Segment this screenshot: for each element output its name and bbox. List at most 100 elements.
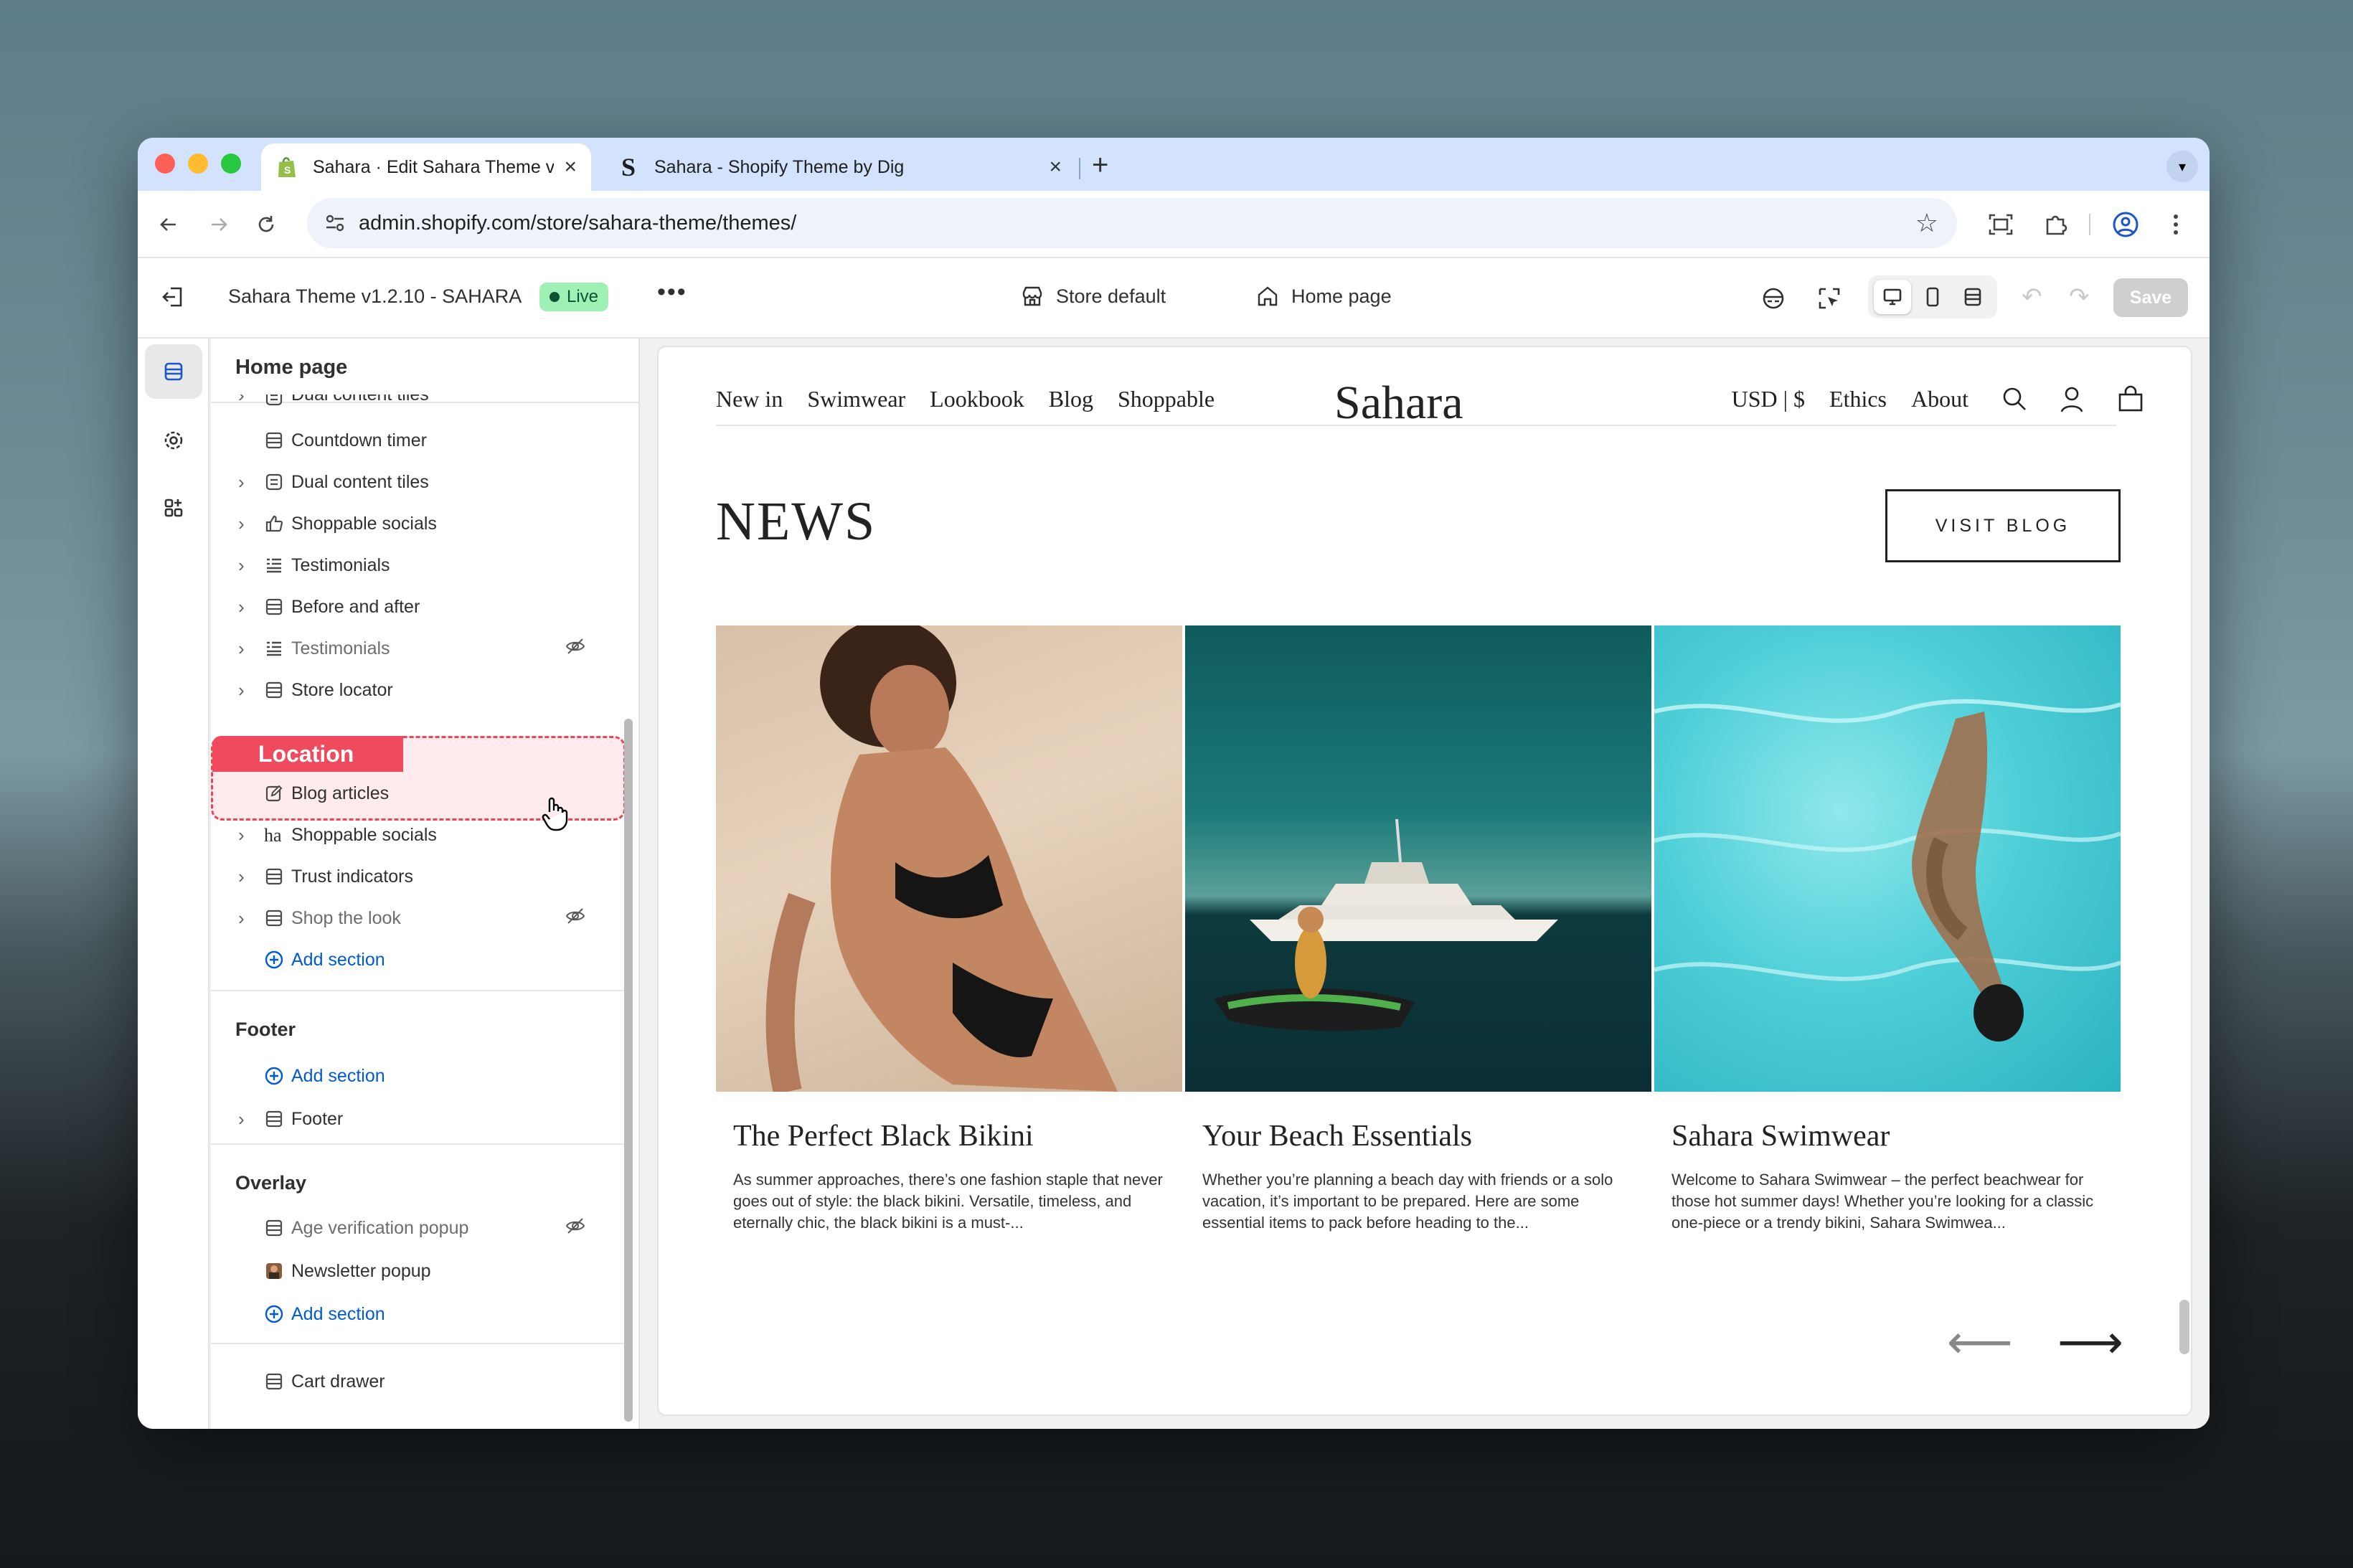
store-icon: [1022, 286, 1042, 306]
exit-editor-icon[interactable]: [159, 283, 188, 315]
blog-card[interactable]: The Perfect Black Bikini As summer appro…: [716, 625, 1182, 1234]
section-row[interactable]: › Before and after: [211, 585, 623, 628]
nav-link-new-in[interactable]: New in: [716, 386, 783, 412]
chevron-right-icon[interactable]: ›: [238, 1108, 245, 1130]
section-label: Testimonials: [291, 638, 390, 658]
inspector-cursor-icon[interactable]: [1812, 281, 1847, 316]
hidden-eye-slash-icon[interactable]: [565, 1217, 585, 1240]
panel-scrollbar[interactable]: [624, 719, 633, 1422]
visit-blog-button[interactable]: VISIT BLOG: [1885, 489, 2121, 562]
chevron-right-icon[interactable]: ›: [238, 554, 245, 577]
nav-link-lookbook[interactable]: Lookbook: [930, 386, 1024, 412]
save-button[interactable]: Save: [2113, 278, 2188, 317]
blog-card[interactable]: Sahara Swimwear Welcome to Sahara Swimwe…: [1654, 625, 2121, 1234]
section-label: Shop the look: [291, 907, 401, 928]
reload-icon[interactable]: [250, 208, 283, 241]
back-arrow-icon[interactable]: [152, 208, 185, 241]
screen-capture-icon[interactable]: [1984, 208, 2017, 241]
chevron-right-icon[interactable]: ›: [238, 907, 245, 930]
address-bar[interactable]: admin.shopify.com/store/sahara-theme/the…: [307, 198, 1957, 248]
section-label: Trust indicators: [291, 866, 413, 887]
undo-icon[interactable]: ↶: [2022, 283, 2042, 311]
section-row[interactable]: › Testimonials: [211, 544, 623, 587]
section-row-cart-drawer[interactable]: Cart drawer: [211, 1360, 623, 1403]
section-label: Testimonials: [291, 554, 390, 575]
profile-avatar-icon[interactable]: [2109, 208, 2142, 241]
section-row-footer[interactable]: › Footer: [211, 1097, 623, 1140]
hidden-eye-slash-icon[interactable]: [565, 907, 585, 930]
minimize-window-button[interactable]: [188, 154, 208, 174]
store-context-selector[interactable]: Store default: [1020, 284, 1166, 308]
tab-shopify-theme-store[interactable]: S Sahara - Shopify Theme by Dig ×: [603, 143, 1076, 191]
section-row-newsletter[interactable]: Newsletter popup: [211, 1250, 623, 1293]
desktop-view-icon[interactable]: [1874, 280, 1911, 314]
section-row[interactable]: › Store locator: [211, 669, 623, 712]
zoom-window-button[interactable]: [221, 154, 241, 174]
blog-card[interactable]: Your Beach Essentials Whether you’re pla…: [1185, 625, 1651, 1234]
account-icon[interactable]: [2057, 384, 2086, 417]
sections-tab-icon[interactable]: [145, 344, 202, 399]
carousel-prev-arrow-icon[interactable]: ⟵: [1947, 1316, 2013, 1369]
section-row[interactable]: › ha Shoppable socials: [211, 813, 623, 856]
tab-close-icon[interactable]: ×: [1049, 155, 1062, 179]
theme-settings-gear-icon[interactable]: [145, 413, 202, 468]
chevron-right-icon[interactable]: ›: [238, 596, 245, 618]
close-window-button[interactable]: [155, 154, 175, 174]
add-circle-icon: [263, 948, 286, 971]
chevron-right-icon[interactable]: ›: [238, 471, 245, 493]
section-row[interactable]: › Shop the look: [211, 897, 623, 940]
chevron-right-icon[interactable]: ›: [238, 513, 245, 535]
tab-close-icon[interactable]: ×: [564, 155, 577, 179]
add-section-footer[interactable]: Add section: [211, 1054, 623, 1097]
mobile-view-icon[interactable]: [1914, 280, 1951, 314]
section-row[interactable]: › Shoppable socials: [211, 502, 623, 545]
nav-link-swimwear[interactable]: Swimwear: [807, 386, 905, 412]
add-section-template[interactable]: Add section: [211, 938, 623, 981]
nav-link-ethics[interactable]: Ethics: [1829, 386, 1887, 412]
section-row[interactable]: › Trust indicators: [211, 855, 623, 898]
site-settings-icon[interactable]: [323, 211, 347, 241]
article-title[interactable]: Sahara Swimwear: [1671, 1119, 2103, 1153]
new-tab-button[interactable]: +: [1092, 149, 1108, 181]
nav-link-about[interactable]: About: [1911, 386, 1968, 412]
app-embeds-icon[interactable]: [145, 481, 202, 535]
search-icon[interactable]: [2000, 384, 2029, 417]
tab-shopify-editor[interactable]: S Sahara · Edit Sahara Theme v1.2.10 ×: [261, 143, 591, 191]
chevron-right-icon[interactable]: ›: [238, 679, 245, 702]
add-section-overlay[interactable]: Add section: [211, 1293, 623, 1336]
forward-arrow-icon[interactable]: [202, 208, 235, 241]
theme-check-icon[interactable]: [1756, 281, 1791, 316]
browser-menu-kebab-icon[interactable]: [2159, 208, 2192, 241]
page-selector[interactable]: Home page: [1255, 284, 1392, 308]
section-row-partial[interactable]: › Dual content tiles: [211, 395, 623, 416]
preview-scrollbar[interactable]: [2179, 1300, 2189, 1354]
nav-link-blog[interactable]: Blog: [1049, 386, 1093, 412]
chevron-right-icon[interactable]: ›: [238, 824, 245, 846]
chevron-right-icon[interactable]: ›: [238, 866, 245, 888]
tab-search-chevron-icon[interactable]: ▾: [2166, 151, 2198, 182]
nav-link-shoppable[interactable]: Shoppable: [1118, 386, 1215, 412]
live-label: Live: [567, 287, 599, 306]
section-row[interactable]: › Dual content tiles: [211, 461, 623, 504]
store-logo[interactable]: Sahara: [1334, 376, 1463, 430]
section-row-age-verification[interactable]: Age verification popup: [211, 1206, 623, 1250]
toolbar-separator: [2089, 214, 2090, 235]
chevron-right-icon[interactable]: ›: [238, 638, 245, 660]
chevron-right-icon[interactable]: ›: [238, 395, 245, 407]
redo-icon[interactable]: ↷: [2069, 283, 2090, 311]
fullscreen-view-icon[interactable]: [1954, 280, 1991, 314]
bookmark-star-icon[interactable]: ☆: [1915, 208, 1938, 238]
section-row[interactable]: › Testimonials: [211, 627, 623, 670]
theme-actions-more-button[interactable]: •••: [657, 278, 687, 306]
section-row[interactable]: Countdown timer: [211, 419, 623, 462]
cart-bag-icon[interactable]: [2116, 384, 2145, 417]
hidden-eye-slash-icon[interactable]: [565, 637, 585, 661]
article-title[interactable]: The Perfect Black Bikini: [733, 1119, 1165, 1153]
section-label: Shoppable socials: [291, 824, 437, 845]
add-section-label: Add section: [291, 949, 385, 970]
article-title[interactable]: Your Beach Essentials: [1202, 1119, 1634, 1153]
carousel-next-arrow-icon[interactable]: ⟶: [2057, 1316, 2123, 1369]
extensions-puzzle-icon[interactable]: [2039, 208, 2072, 241]
url-text: admin.shopify.com/store/sahara-theme/the…: [359, 211, 797, 235]
currency-selector[interactable]: USD | $: [1732, 386, 1805, 412]
